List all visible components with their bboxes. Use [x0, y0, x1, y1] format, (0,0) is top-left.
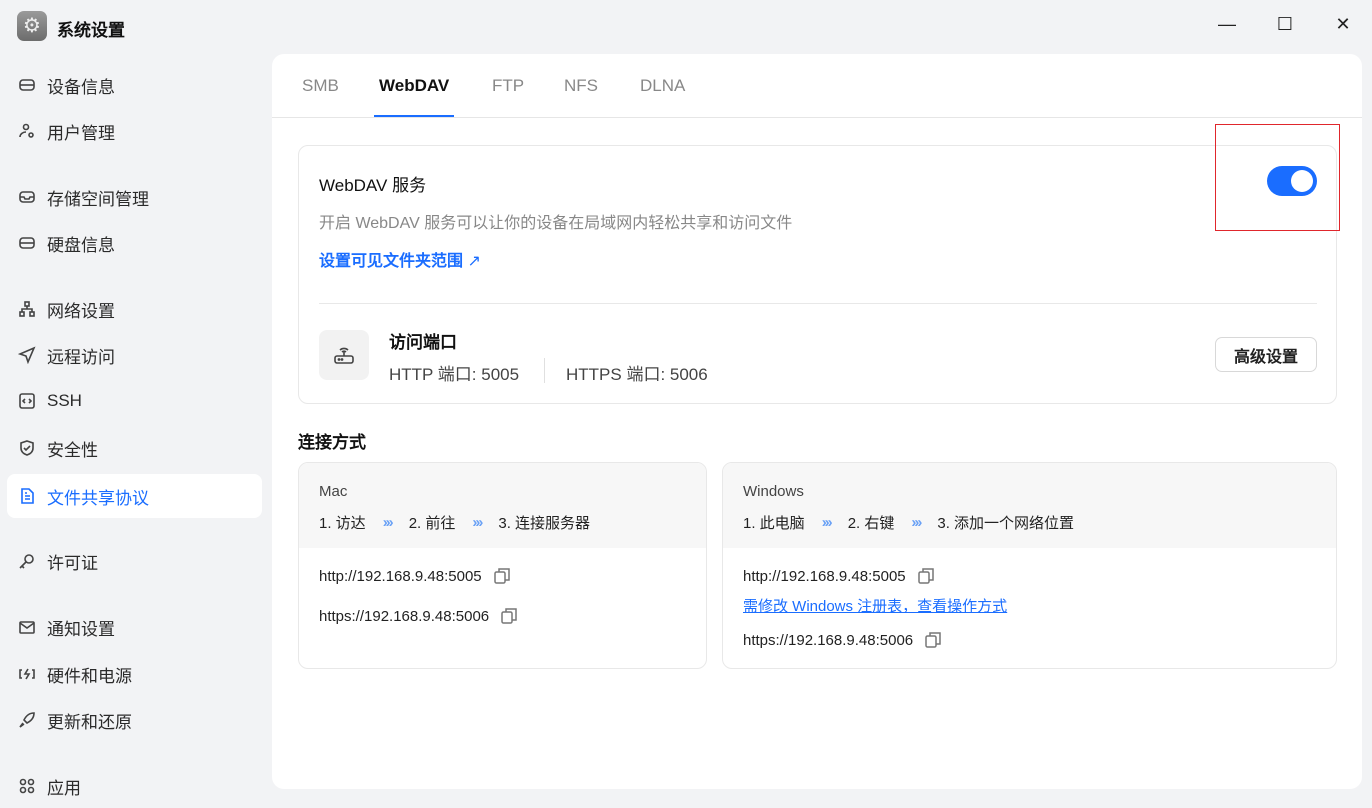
step: 3. 连接服务器 — [498, 515, 591, 532]
maximize-button[interactable]: ☐ — [1273, 14, 1297, 35]
copy-icon[interactable] — [500, 607, 518, 625]
os-label: Mac — [319, 483, 348, 500]
key-icon — [18, 552, 36, 570]
sidebar-item-label: 更新和还原 — [47, 712, 132, 732]
sidebar-item-label: SSH — [47, 391, 82, 410]
sidebar-item-label: 通知设置 — [47, 619, 115, 639]
advanced-settings-button[interactable]: 高级设置 — [1215, 337, 1317, 372]
copy-icon[interactable] — [924, 631, 942, 649]
power-icon — [18, 665, 36, 683]
chevrons-icon: ››› — [382, 514, 394, 531]
sidebar-item-label: 安全性 — [47, 440, 98, 460]
visible-folders-link[interactable]: 设置可见文件夹范围 ↗ — [319, 247, 481, 271]
sidebar-item-label: 远程访问 — [47, 347, 115, 367]
link-label: 设置可见文件夹范围 — [319, 253, 464, 270]
network-icon — [18, 300, 36, 318]
main-panel: SMB WebDAV FTP NFS DLNA WebDAV 服务 开启 Web… — [272, 54, 1362, 789]
close-button[interactable]: ✕ — [1331, 14, 1355, 35]
inbox-icon — [18, 188, 36, 206]
chevrons-icon: ››› — [911, 514, 922, 531]
url-row: http://192.168.9.48:5005 — [319, 567, 511, 585]
sidebar-item-hardware[interactable]: 硬件和电源 — [7, 652, 262, 696]
os-label: Windows — [743, 483, 804, 500]
https-url: https://192.168.9.48:5006 — [319, 607, 490, 625]
drive-icon — [18, 234, 36, 252]
mac-connection-card: Mac 1. 访达 ››› 2. 前往 ››› 3. 连接服务器 http://… — [298, 462, 707, 669]
sidebar-item-label: 文件共享协议 — [47, 488, 149, 508]
tab-webdav[interactable]: WebDAV — [374, 76, 455, 117]
send-icon — [18, 346, 36, 364]
protocol-tabs: SMB WebDAV FTP NFS DLNA — [272, 54, 1362, 118]
mail-icon — [18, 618, 36, 636]
sidebar-item-license[interactable]: 许可证 — [7, 539, 262, 583]
sidebar-item-notifications[interactable]: 通知设置 — [7, 605, 262, 649]
sidebar-item-security[interactable]: 安全性 — [7, 426, 262, 470]
sidebar-item-label: 硬件和电源 — [47, 666, 132, 686]
step: 2. 前往 — [408, 515, 456, 532]
http-port: HTTP 端口: 5005 — [389, 365, 520, 384]
sidebar-item-label: 设备信息 — [47, 77, 115, 97]
step: 1. 此电脑 — [743, 515, 805, 532]
code-icon — [18, 392, 36, 410]
chevrons-icon: ››› — [472, 514, 483, 531]
sidebar-item-label: 应用 — [47, 778, 81, 798]
tab-dlna[interactable]: DLNA — [640, 76, 685, 115]
url-row: https://192.168.9.48:5006 — [319, 607, 518, 625]
service-title: WebDAV 服务 — [319, 176, 427, 195]
https-url: https://192.168.9.48:5006 — [743, 631, 914, 649]
url-row: http://192.168.9.48:5005 — [743, 567, 935, 585]
tab-smb[interactable]: SMB — [302, 76, 339, 115]
copy-icon[interactable] — [917, 567, 935, 585]
sidebar-item-label: 用户管理 — [47, 123, 115, 143]
http-url: http://192.168.9.48:5005 — [319, 567, 482, 585]
title-bar: ⚙ 系统设置 — ☐ ✕ — [0, 0, 1372, 54]
webdav-toggle[interactable] — [1267, 166, 1317, 196]
tab-nfs[interactable]: NFS — [564, 76, 598, 115]
http-url: http://192.168.9.48:5005 — [743, 567, 906, 585]
sidebar-item-file-sharing[interactable]: 文件共享协议 — [7, 474, 262, 518]
step: 3. 添加一个网络位置 — [937, 515, 1075, 532]
step: 1. 访达 — [319, 515, 366, 532]
chevrons-icon: ››› — [821, 514, 833, 531]
sidebar-item-users[interactable]: 用户管理 — [7, 109, 262, 153]
separator — [544, 358, 545, 383]
windows-connection-card: Windows 1. 此电脑 ››› 2. 右键 ››› 3. 添加一个网络位置… — [722, 462, 1337, 669]
document-icon — [18, 487, 36, 505]
webdav-service-card: WebDAV 服务 开启 WebDAV 服务可以让你的设备在局域网内轻松共享和访… — [298, 145, 1337, 404]
sidebar-item-network[interactable]: 网络设置 — [7, 287, 262, 331]
connection-title: 连接方式 — [298, 433, 366, 452]
sidebar-item-label: 许可证 — [47, 553, 98, 573]
shield-icon — [18, 439, 36, 457]
service-description: 开启 WebDAV 服务可以让你的设备在局域网内轻松共享和访问文件 — [319, 215, 793, 232]
rocket-icon — [18, 711, 36, 729]
drive-icon — [18, 76, 36, 94]
sidebar-item-label: 网络设置 — [47, 301, 115, 321]
sidebar-item-storage[interactable]: 存储空间管理 — [7, 175, 262, 219]
step: 2. 右键 — [847, 515, 895, 532]
tab-ftp[interactable]: FTP — [492, 76, 524, 115]
app-title: 系统设置 — [57, 21, 125, 40]
registry-help-link[interactable]: 需修改 Windows 注册表，查看操作方式 — [743, 595, 1007, 616]
router-icon — [319, 330, 369, 380]
copy-icon[interactable] — [493, 567, 511, 585]
external-link-icon: ↗ — [467, 253, 481, 270]
sidebar-item-update[interactable]: 更新和还原 — [7, 698, 262, 742]
sidebar-item-apps[interactable]: 应用 — [7, 764, 262, 808]
sidebar-item-label: 硬盘信息 — [47, 235, 115, 255]
sidebar-item-remote[interactable]: 远程访问 — [7, 333, 262, 377]
divider — [319, 303, 1317, 304]
gear-icon: ⚙ — [17, 11, 47, 41]
sidebar-item-ssh[interactable]: SSH — [7, 379, 262, 423]
ports-title: 访问端口 — [389, 333, 457, 352]
sidebar-item-device-info[interactable]: 设备信息 — [7, 63, 262, 107]
apps-icon — [18, 777, 36, 795]
user-gear-icon — [18, 122, 36, 140]
sidebar-item-disks[interactable]: 硬盘信息 — [7, 221, 262, 265]
minimize-button[interactable]: — — [1215, 14, 1239, 35]
sidebar-item-label: 存储空间管理 — [47, 189, 149, 209]
https-port: HTTPS 端口: 5006 — [566, 365, 708, 384]
url-row: https://192.168.9.48:5006 — [743, 631, 942, 649]
